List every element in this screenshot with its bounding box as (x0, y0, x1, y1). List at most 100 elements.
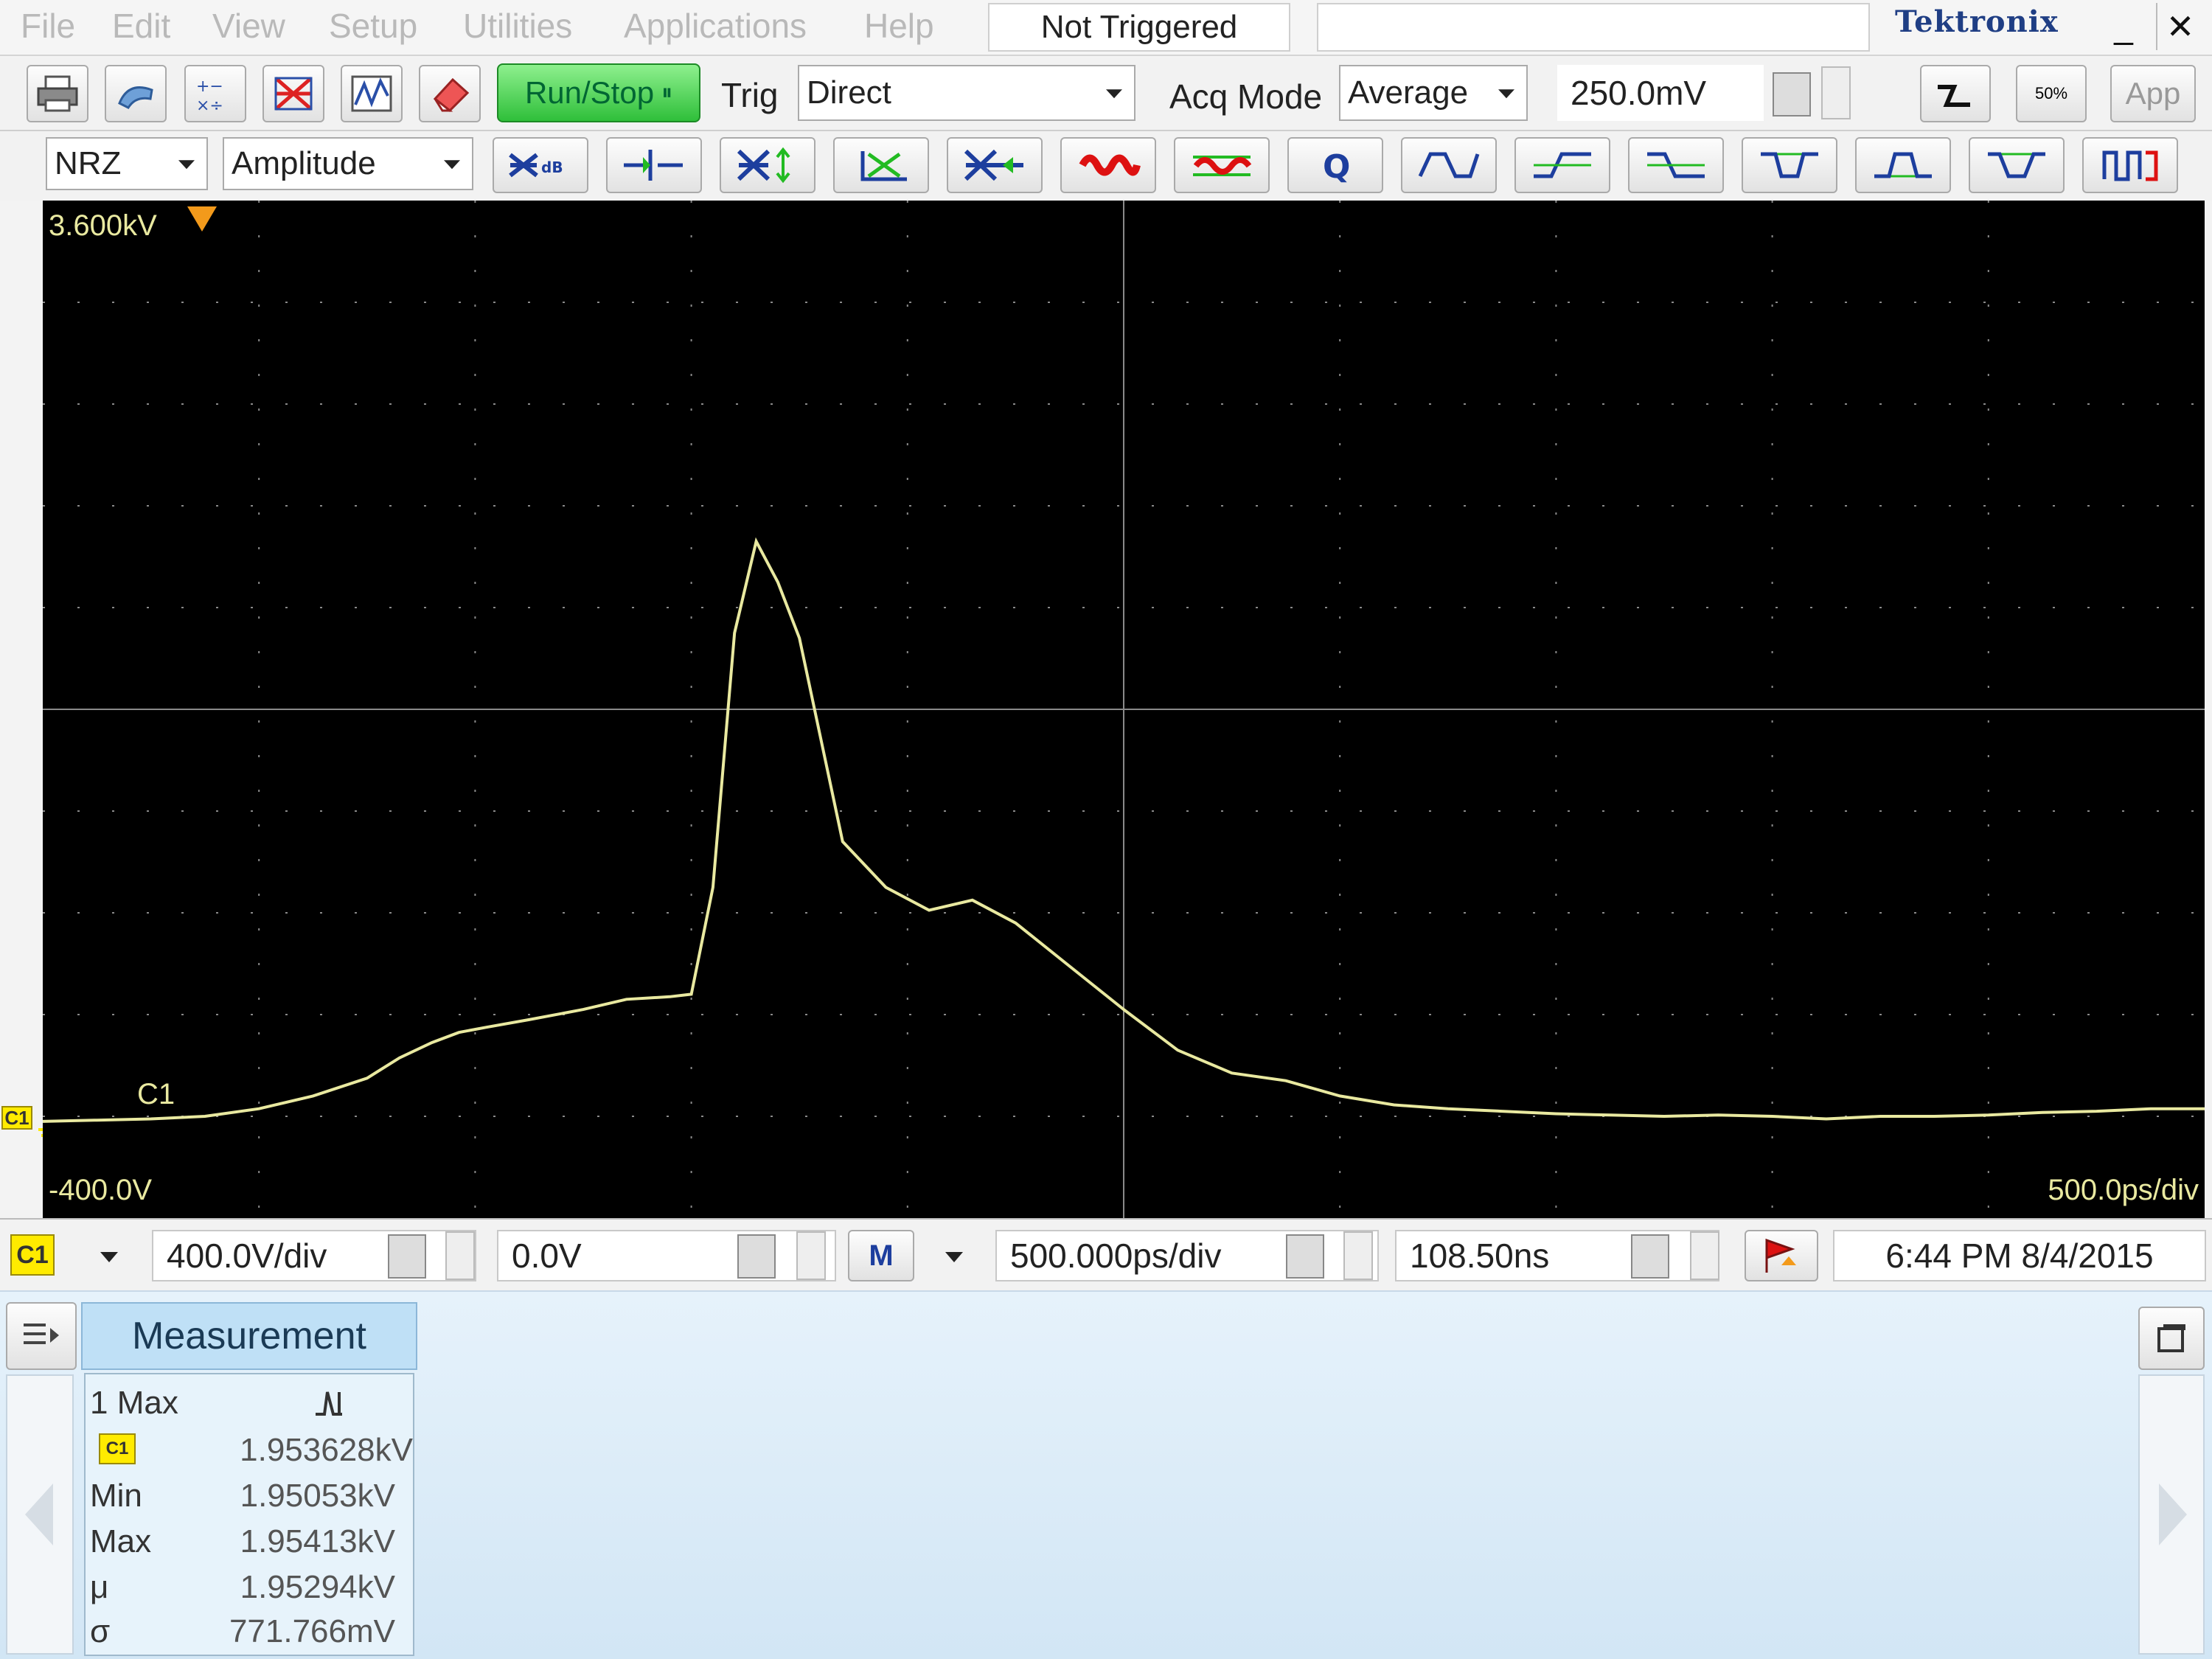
stat-value-min: 1.95053kV (240, 1478, 395, 1514)
vertical-scale-input[interactable]: 400.0V/div (152, 1230, 476, 1281)
menu-help[interactable]: Help (864, 6, 934, 46)
calculator-icon[interactable] (1631, 1234, 1669, 1279)
noise-button[interactable] (1060, 137, 1156, 193)
noise-level-button[interactable] (1174, 137, 1270, 193)
horizontal-position-input[interactable]: 108.50ns (1395, 1230, 1719, 1281)
chevron-down-icon (1106, 89, 1122, 99)
measure-type-select[interactable]: Amplitude (223, 137, 473, 190)
math-channel-button[interactable]: M (848, 1230, 914, 1281)
scroll-right-button[interactable] (2138, 1374, 2205, 1655)
top-voltage-label: 3.600kV (49, 209, 157, 242)
printer-icon (37, 75, 78, 112)
graticule (43, 201, 2205, 1218)
hand-tool-button[interactable] (105, 65, 167, 122)
print-button[interactable] (27, 65, 88, 122)
chevron-down-icon[interactable] (100, 1252, 118, 1262)
calculator-icon[interactable] (1773, 72, 1811, 116)
trigger-level-input[interactable]: 250.0mV (1557, 65, 1764, 121)
eraser-button[interactable] (419, 65, 481, 122)
noise-level-icon (1193, 156, 1252, 176)
measurement-title: 1 Max (90, 1385, 178, 1421)
stat-label-stddev: σ (90, 1613, 111, 1649)
acq-mode-label: Acq Mode (1169, 77, 1323, 116)
fall-time-icon (1647, 152, 1705, 178)
menu-utilities[interactable]: Utilities (463, 6, 572, 46)
menu-view[interactable]: View (212, 6, 285, 46)
fall-time-button[interactable] (1628, 137, 1724, 193)
waveform-button[interactable] (341, 65, 403, 122)
rise-fall-button[interactable] (1401, 137, 1497, 193)
default-setup-button[interactable] (1920, 65, 1991, 122)
minimize-button[interactable]: _ (2100, 3, 2147, 50)
measurement-current-value: 1.953628kV (240, 1432, 413, 1468)
measurement-card-max[interactable]: 1 Max C1 1.953628kV Min 1.95053kV Max 1.… (84, 1373, 414, 1656)
pattern-select[interactable]: NRZ (46, 137, 208, 190)
chevron-down-icon (444, 160, 460, 170)
trigger-flag-icon (1765, 1238, 1796, 1273)
trig-label: Trig (721, 76, 779, 114)
pulse-width-button[interactable] (1969, 137, 2065, 193)
duty-cycle-icon (2102, 150, 2158, 181)
stat-label-min: Min (90, 1478, 142, 1514)
channel-c1-marker[interactable]: C1 (1, 1106, 32, 1130)
calculator-icon[interactable] (388, 1234, 426, 1279)
eraser-icon (433, 77, 470, 113)
measurement-tab[interactable]: Measurement (81, 1302, 417, 1370)
level-spinner[interactable] (1821, 66, 1851, 119)
rise-time-button[interactable] (1514, 137, 1610, 193)
positive-pulse-icon (1874, 152, 1932, 178)
crossing-button[interactable] (606, 137, 702, 193)
acq-mode-select[interactable]: Average (1339, 65, 1528, 121)
menu-file[interactable]: File (21, 6, 75, 46)
vertical-offset-input[interactable]: 0.0V (497, 1230, 836, 1281)
eye-db-icon: dB (509, 153, 563, 178)
stat-value-stddev: 771.766mV (229, 1613, 395, 1649)
measurement-panel: Measurement 1 Max C1 1.953628kV Min 1.95… (0, 1290, 2212, 1659)
eye-width-button[interactable] (833, 137, 929, 193)
trigger-marker-icon[interactable] (187, 206, 217, 232)
restore-panel-button[interactable] (2138, 1307, 2205, 1370)
positive-pulse-button[interactable] (1855, 137, 1951, 193)
chevron-down-icon[interactable] (945, 1252, 963, 1262)
close-button[interactable]: ✕ (2156, 3, 2203, 50)
duty-cycle-button[interactable] (2082, 137, 2178, 193)
eye-width-icon (860, 151, 907, 181)
channel-c1-badge: C1 (99, 1433, 136, 1464)
noise-icon (1079, 154, 1141, 176)
vertical-scale-spinner[interactable] (445, 1231, 475, 1280)
eye-height-button[interactable] (720, 137, 815, 193)
stat-label-max: Max (90, 1523, 152, 1559)
q-factor-icon: Q (1323, 148, 1350, 184)
calculator-icon[interactable] (737, 1234, 776, 1279)
trigger-settings-button[interactable] (1745, 1230, 1818, 1281)
eye-db-button[interactable]: dB (493, 137, 588, 193)
scope-display[interactable]: 3.600kV C1 -400.0V 500.0ps/div (42, 201, 2205, 1218)
timebase-label: 500.0ps/div (2048, 1174, 2199, 1206)
negative-pulse-button[interactable] (1742, 137, 1837, 193)
position-spinner[interactable] (1690, 1231, 1719, 1280)
date-time-display: 6:44 PM 8/4/2015 (1833, 1230, 2206, 1281)
scroll-left-button[interactable] (6, 1374, 74, 1655)
svg-text:×÷: ×÷ (196, 97, 223, 114)
run-stop-button[interactable]: Run/Stop ⏸ (497, 63, 700, 122)
chevron-left-icon (25, 1484, 53, 1545)
jitter-button[interactable] (947, 137, 1043, 193)
hand-icon (118, 86, 153, 109)
offset-spinner[interactable] (796, 1231, 826, 1280)
channel-select-badge[interactable]: C1 (10, 1234, 55, 1276)
math-button[interactable]: +− ×÷ (184, 65, 246, 122)
trigger-status: Not Triggered (988, 3, 1290, 52)
fifty-percent-button[interactable]: 50% (2016, 65, 2087, 122)
negative-pulse-icon (1761, 152, 1818, 178)
trig-select[interactable]: Direct (798, 65, 1135, 121)
menu-applications[interactable]: Applications (624, 6, 807, 46)
panel-menu-button[interactable] (6, 1302, 77, 1370)
autoset-icon (1938, 85, 1970, 107)
q-factor-button[interactable]: Q (1287, 137, 1383, 193)
horizontal-scale-spinner[interactable] (1343, 1231, 1373, 1280)
app-button[interactable]: App (2110, 65, 2196, 122)
mask-button[interactable] (262, 65, 324, 122)
menu-setup[interactable]: Setup (329, 6, 417, 46)
menu-edit[interactable]: Edit (112, 6, 170, 46)
calculator-icon[interactable] (1286, 1234, 1324, 1279)
